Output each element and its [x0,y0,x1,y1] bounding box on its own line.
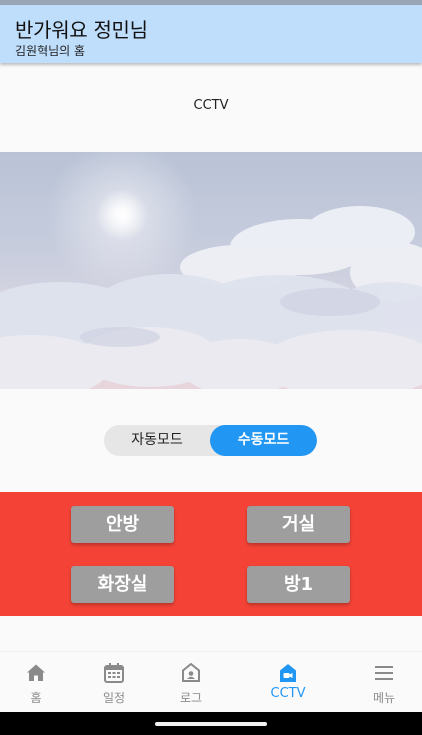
nav-item-cctv[interactable]: CCTV [250,652,326,713]
bottom-navigation: 홈 일정 로그 CCTV 메뉴 [0,651,422,713]
room-button-master-bedroom[interactable]: 안방 [71,506,174,543]
home-name: 김원혁님의 홈 [15,44,86,58]
home-icon [27,664,45,681]
home-indicator[interactable] [155,722,267,726]
nav-label-log: 로그 [179,691,203,705]
app-header: 반가워요 정민님 김원혁님의 홈 [0,5,422,63]
nav-label-menu: 메뉴 [372,691,396,705]
greeting-title: 반가워요 정민님 [15,18,148,42]
nav-item-home[interactable]: 홈 [0,652,74,713]
room-button-living-room[interactable]: 거실 [247,506,350,543]
nav-label-cctv: CCTV [270,686,306,701]
log-icon [182,662,200,682]
nav-item-menu[interactable]: 메뉴 [346,652,422,713]
cctv-video-feed[interactable] [0,152,422,389]
nav-label-home: 홈 [30,691,42,705]
nav-item-schedule[interactable]: 일정 [76,652,152,713]
menu-icon [375,666,393,680]
mode-toggle: 자동모드 수동모드 [104,425,317,456]
room-button-room1[interactable]: 방1 [247,566,350,603]
camera-icon [280,664,296,682]
room-button-bathroom[interactable]: 화장실 [71,566,174,603]
page-title: CCTV [193,98,229,113]
room-selector-panel: 안방 거실 화장실 방1 [0,492,422,616]
nav-item-log[interactable]: 로그 [153,652,229,713]
nav-label-schedule: 일정 [102,691,126,705]
cctv-sky-image [0,152,422,389]
auto-mode-button[interactable]: 자동모드 [104,425,210,456]
manual-mode-button[interactable]: 수동모드 [210,425,317,456]
calendar-icon [104,663,124,683]
system-navigation-bar [0,712,422,735]
